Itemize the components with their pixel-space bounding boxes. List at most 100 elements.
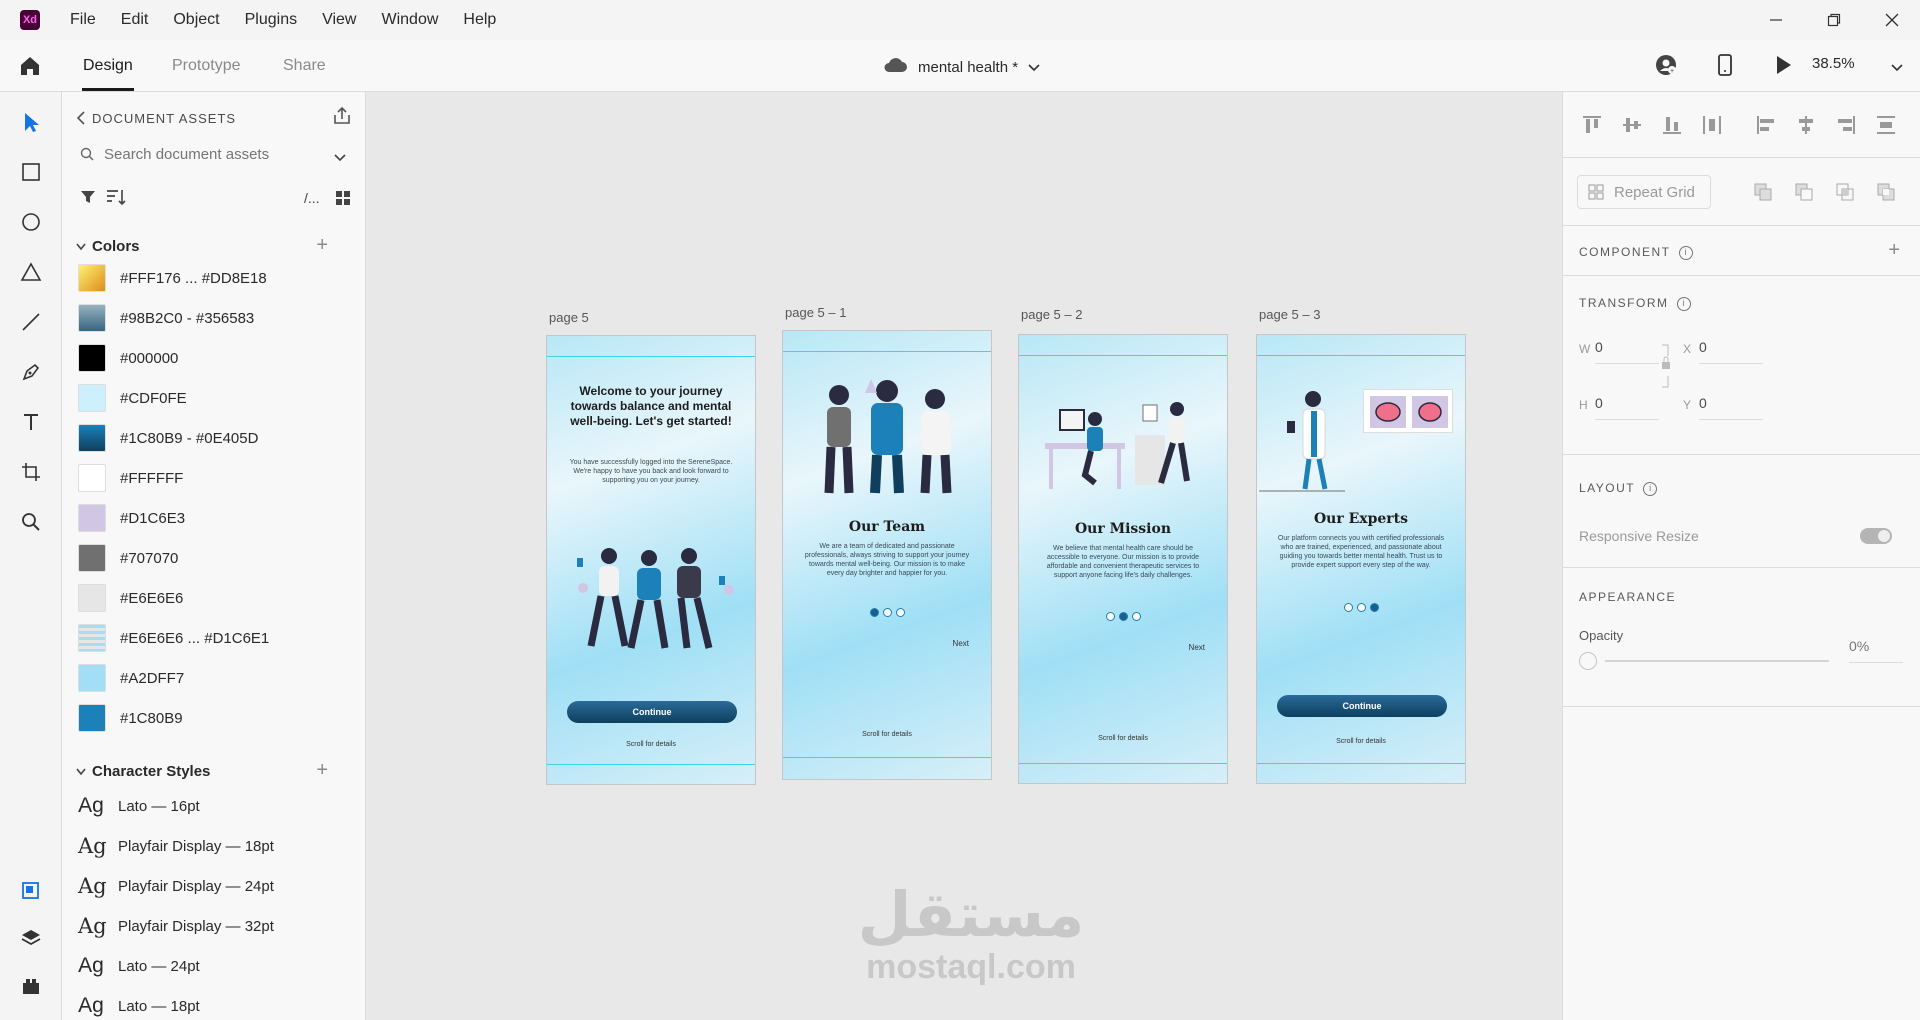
lock-aspect-icon[interactable]	[1660, 342, 1672, 397]
zoom-tool-icon[interactable]	[19, 510, 43, 534]
color-swatch[interactable]	[78, 464, 106, 492]
artboard-name-page-5-3[interactable]: page 5 – 3	[1259, 307, 1320, 322]
pagination-dots[interactable]	[783, 608, 991, 617]
chevron-left-icon[interactable]	[76, 111, 86, 130]
next-link[interactable]: Next	[953, 639, 969, 648]
select-tool-icon[interactable]	[19, 110, 43, 134]
align-middle-icon[interactable]	[1621, 114, 1643, 136]
color-swatch[interactable]	[78, 704, 106, 732]
align-left-icon[interactable]	[1755, 114, 1777, 136]
boolean-subtract-icon[interactable]	[1794, 182, 1814, 207]
align-right-icon[interactable]	[1835, 114, 1857, 136]
text-tool-icon[interactable]	[19, 410, 43, 434]
artboard-page-5-2[interactable]: Our Mission We believe that mental healt…	[1018, 334, 1228, 784]
color-swatch-row[interactable]: #707070	[78, 544, 178, 572]
menu-help[interactable]: Help	[463, 11, 496, 29]
list-view-toggle[interactable]: /...	[304, 190, 320, 206]
character-style-row[interactable]: Ag Lato — 16pt	[78, 791, 200, 821]
artboard-name-page-5-2[interactable]: page 5 – 2	[1021, 307, 1082, 322]
color-swatch-row[interactable]: #98B2C0 - #356583	[78, 304, 254, 332]
minimize-icon[interactable]	[1764, 8, 1788, 32]
character-styles-header[interactable]: Character Styles +	[76, 759, 350, 781]
character-style-row[interactable]: Ag Playfair Display — 24pt	[78, 871, 274, 901]
menu-plugins[interactable]: Plugins	[245, 11, 297, 29]
color-swatch[interactable]	[78, 304, 106, 332]
color-swatch[interactable]	[78, 584, 106, 612]
home-icon[interactable]	[18, 54, 42, 83]
color-swatch-row[interactable]: #FFF176 ... #DD8E18	[78, 264, 267, 292]
pagination-dot[interactable]	[1105, 612, 1115, 621]
color-swatch-row[interactable]: #D1C6E3	[78, 504, 185, 532]
artboard-name-page-5[interactable]: page 5	[549, 310, 589, 325]
pagination-dot[interactable]	[1356, 603, 1366, 612]
color-swatch[interactable]	[78, 424, 106, 452]
pagination-dot[interactable]	[1131, 612, 1141, 621]
color-swatch-row[interactable]: #000000	[78, 344, 178, 372]
character-style-row[interactable]: Ag Lato — 18pt	[78, 991, 200, 1020]
grid-view-icon[interactable]	[335, 190, 351, 211]
pagination-dot[interactable]	[882, 608, 892, 617]
filter-icon[interactable]	[80, 189, 96, 210]
x-field[interactable]: 0	[1699, 339, 1763, 364]
color-swatch-row[interactable]: #A2DFF7	[78, 664, 184, 692]
canvas[interactable]: page 5 Welcome to your journey towards b…	[366, 92, 1562, 1020]
pagination-dot[interactable]	[869, 608, 879, 617]
character-style-row[interactable]: Ag Playfair Display — 32pt	[78, 911, 274, 941]
pen-tool-icon[interactable]	[19, 360, 43, 384]
plugins-icon[interactable]	[19, 974, 43, 998]
repeat-grid-button[interactable]: Repeat Grid	[1577, 175, 1711, 209]
add-color-icon[interactable]: +	[316, 234, 328, 257]
add-character-style-icon[interactable]: +	[316, 759, 328, 782]
ellipse-tool-icon[interactable]	[19, 210, 43, 234]
pagination-dots[interactable]	[1019, 612, 1227, 621]
menu-file[interactable]: File	[70, 11, 96, 29]
responsive-resize-toggle[interactable]	[1860, 528, 1892, 544]
colors-section-header[interactable]: Colors +	[76, 234, 350, 256]
pagination-dot[interactable]	[895, 608, 905, 617]
character-style-row[interactable]: Ag Playfair Display — 18pt	[78, 831, 274, 861]
artboard-tool-icon[interactable]	[19, 460, 43, 484]
character-style-row[interactable]: Ag Lato — 24pt	[78, 951, 200, 981]
continue-button[interactable]: Continue	[567, 701, 737, 723]
artboard-page-5[interactable]: Welcome to your journey towards balance …	[546, 335, 756, 785]
color-swatch[interactable]	[78, 504, 106, 532]
artboard-page-5-1[interactable]: Our Team We are a team of dedicated and …	[782, 330, 992, 780]
continue-button[interactable]: Continue	[1277, 695, 1447, 717]
next-link[interactable]: Next	[1189, 643, 1205, 652]
boolean-add-icon[interactable]	[1753, 182, 1773, 207]
tab-design[interactable]: Design	[83, 57, 133, 75]
menu-edit[interactable]: Edit	[121, 11, 149, 29]
color-swatch-row[interactable]: #1C80B9 - #0E405D	[78, 424, 258, 452]
color-swatch[interactable]	[78, 384, 106, 412]
pagination-dot[interactable]	[1369, 603, 1379, 612]
pagination-dot[interactable]	[1118, 612, 1128, 621]
color-swatch[interactable]	[78, 264, 106, 292]
boolean-exclude-icon[interactable]	[1876, 182, 1896, 207]
opacity-field[interactable]: 0%	[1849, 638, 1903, 663]
pagination-dot[interactable]	[1343, 603, 1353, 612]
search-input[interactable]	[104, 140, 324, 168]
info-icon[interactable]: i	[1643, 481, 1658, 496]
rectangle-tool-icon[interactable]	[19, 160, 43, 184]
close-icon[interactable]	[1880, 8, 1904, 32]
document-title[interactable]: mental health *	[882, 56, 1040, 78]
menu-view[interactable]: View	[322, 11, 356, 29]
color-swatch-row[interactable]: #1C80B9	[78, 704, 183, 732]
distribute-vertical-icon[interactable]	[1701, 114, 1723, 136]
info-icon[interactable]: i	[1676, 296, 1691, 311]
polygon-tool-icon[interactable]	[19, 260, 43, 284]
artboard-name-page-5-1[interactable]: page 5 – 1	[785, 305, 846, 320]
play-icon[interactable]	[1771, 53, 1795, 82]
line-tool-icon[interactable]	[19, 310, 43, 334]
info-icon[interactable]: i	[1678, 245, 1693, 260]
opacity-slider-handle[interactable]	[1579, 652, 1597, 670]
sort-icon[interactable]	[106, 188, 126, 211]
color-swatch[interactable]	[78, 544, 106, 572]
menu-object[interactable]: Object	[173, 11, 219, 29]
tab-prototype[interactable]: Prototype	[172, 57, 240, 75]
color-swatch[interactable]	[78, 344, 106, 372]
restore-icon[interactable]	[1822, 8, 1846, 32]
y-field[interactable]: 0	[1699, 395, 1763, 420]
align-top-icon[interactable]	[1581, 114, 1603, 136]
color-swatch[interactable]	[78, 664, 106, 692]
